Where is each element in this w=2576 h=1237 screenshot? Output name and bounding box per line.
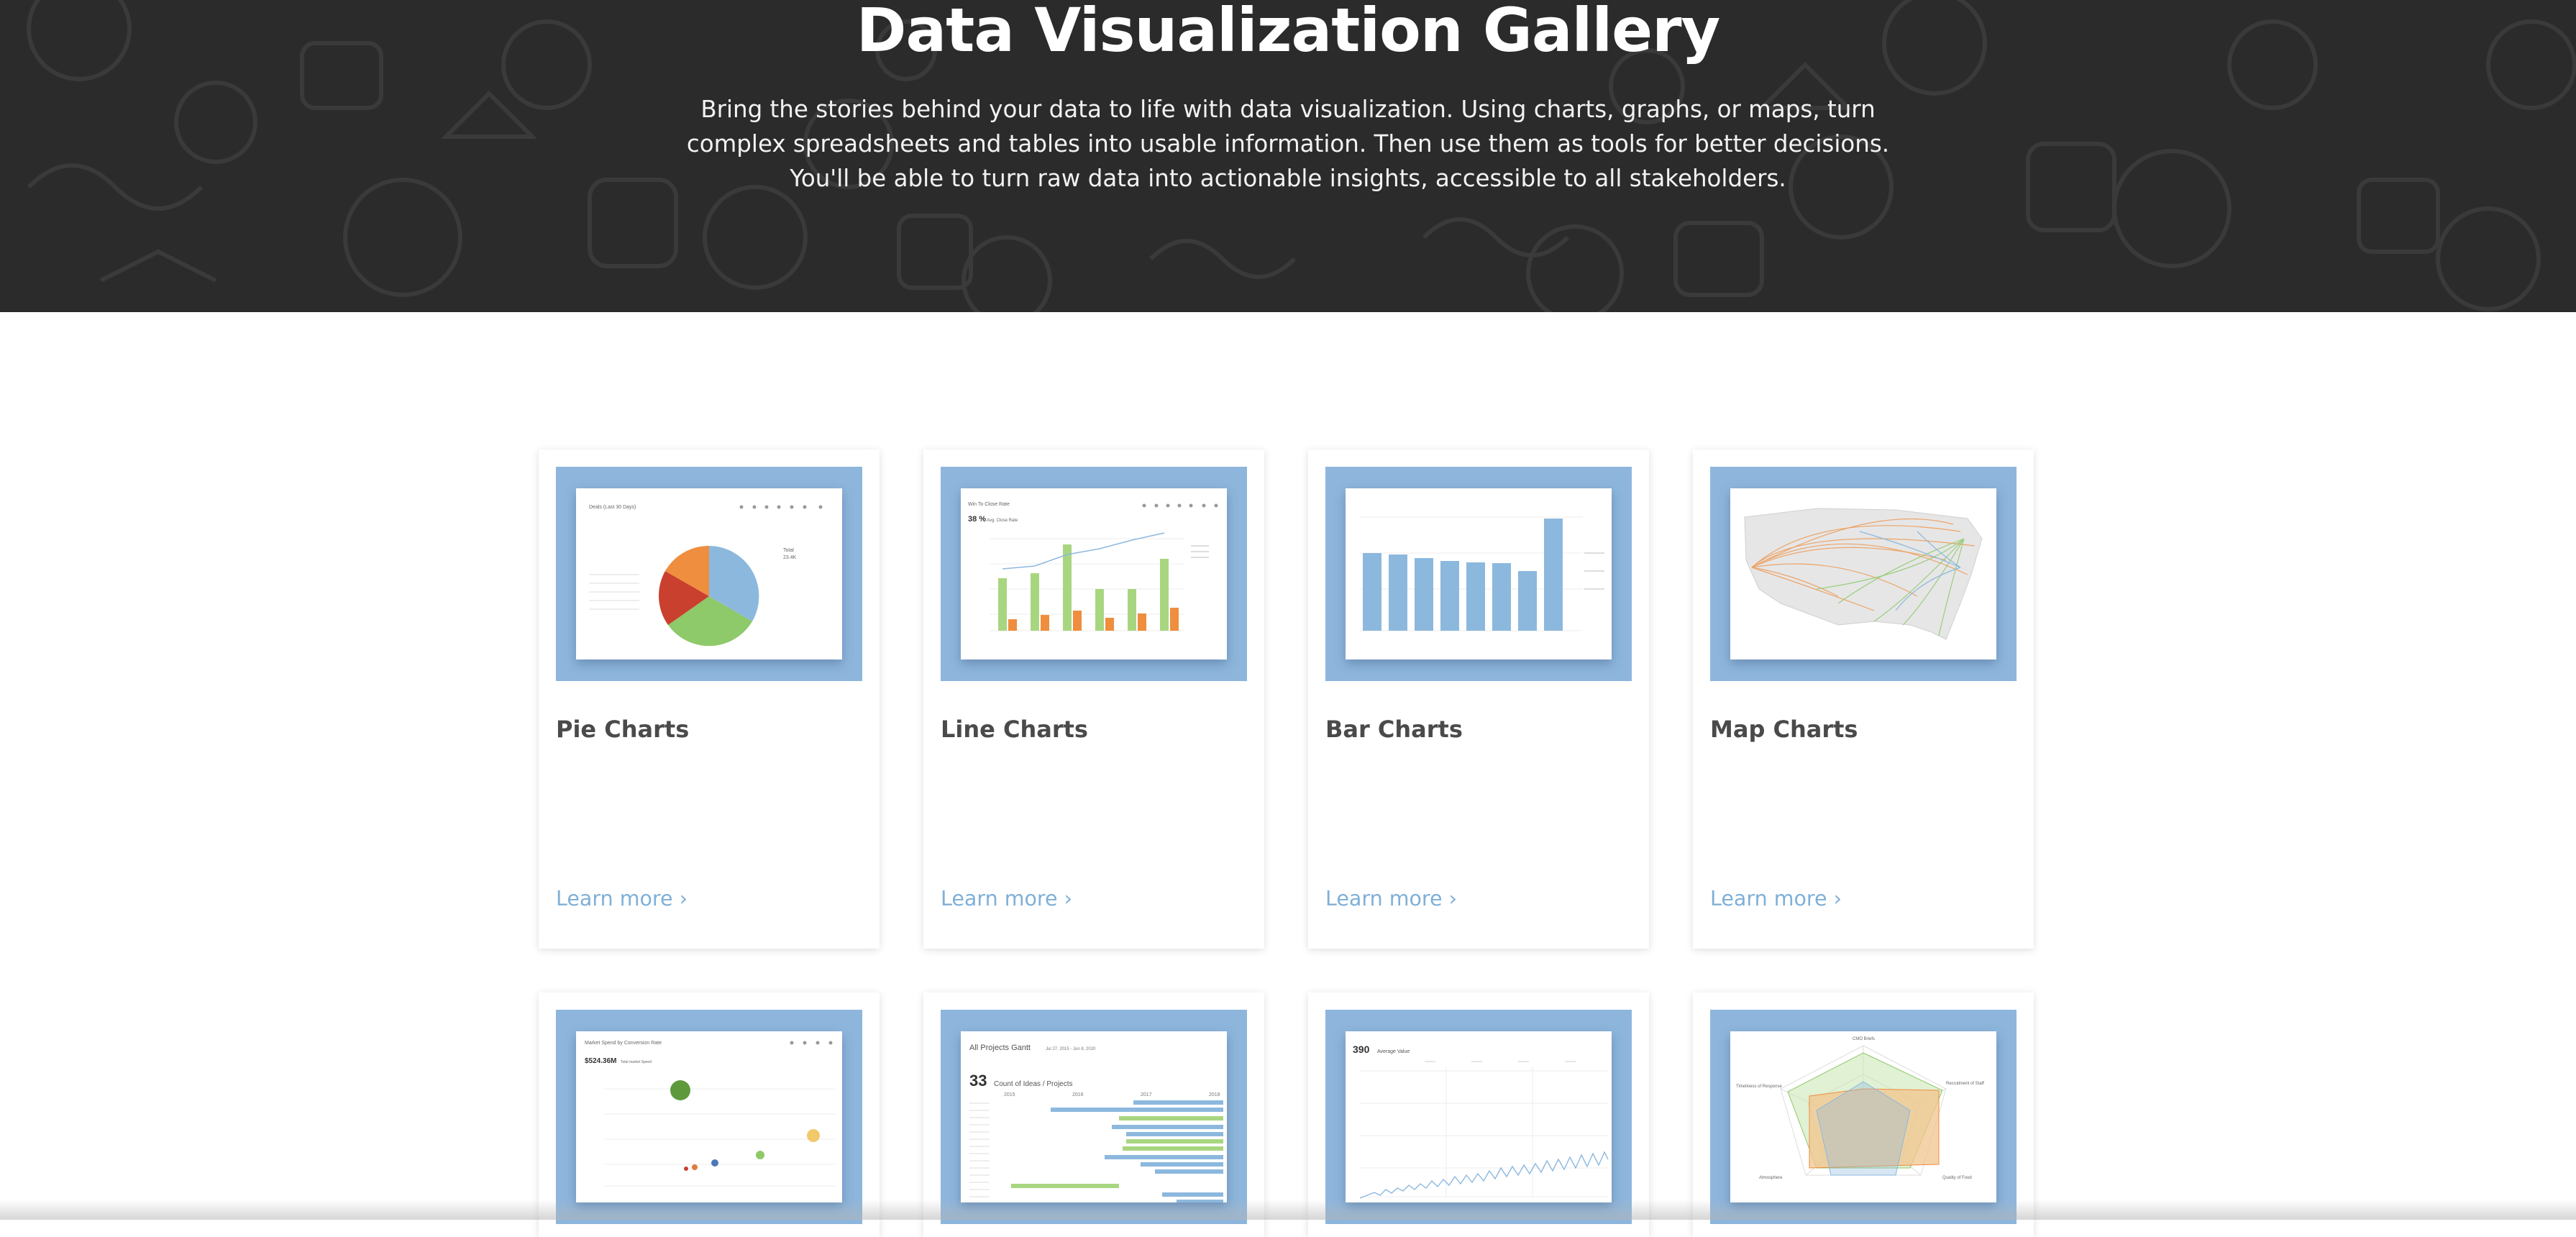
thumb-kpi-label: Average Value xyxy=(1377,1049,1410,1054)
map-chart-preview xyxy=(1744,508,1983,640)
bottom-scroll-shadow xyxy=(0,1200,2576,1220)
timeseries-chart-thumbnail[interactable]: 390 Average Value xyxy=(1325,1010,1632,1224)
line-chart-thumbnail[interactable]: Win To Close Rate 38 % Avg. Close Rate xyxy=(941,467,1247,681)
radar-chart-preview: CMO Briefs Timeliness of Response Recrui… xyxy=(1736,1037,1984,1180)
year-label: 2016 xyxy=(1072,1092,1084,1097)
thumb-kpi: 33 xyxy=(969,1072,987,1090)
map-chart-thumbnail[interactable] xyxy=(1710,467,2017,681)
thumb-kpi: 38 % xyxy=(968,515,986,524)
radar-axis-label: Timeliness of Response xyxy=(1736,1085,1782,1089)
thumb-header: All Projects Gantt xyxy=(969,1044,1031,1052)
bubble-chart-thumbnail[interactable]: Market Spend by Conversion Rate $524.36M… xyxy=(556,1010,862,1224)
bubble-chart-preview: Market Spend by Conversion Rate $524.36M… xyxy=(585,1041,835,1187)
card-title: Map Charts xyxy=(1710,716,1858,743)
year-label: 2017 xyxy=(1141,1092,1152,1097)
thumb-kpi-label: Total market Spend xyxy=(621,1060,652,1064)
bar-chart-thumbnail[interactable] xyxy=(1325,467,1632,681)
radar-axis-label: Quality of Food xyxy=(1942,1176,1972,1180)
thumb-kpi-label: Avg. Close Rate xyxy=(987,519,1018,523)
thumb-header: Market Spend by Conversion Rate xyxy=(585,1041,662,1046)
page-title: Data Visualization Gallery xyxy=(856,0,1721,65)
page-description: Bring the stories behind your data to li… xyxy=(686,96,1890,192)
card-map-charts[interactable]: Map Charts Learn more › xyxy=(1693,449,2034,949)
pie-chart-thumbnail[interactable]: Deals (Last 30 Days) Total 23.4K xyxy=(556,467,862,681)
learn-more-link[interactable]: Learn more › xyxy=(556,887,688,910)
thumb-total-value: 23.4K xyxy=(783,555,797,560)
radar-chart-thumbnail[interactable]: CMO Briefs Timeliness of Response Recrui… xyxy=(1710,1010,2017,1224)
gantt-chart-thumbnail[interactable]: All Projects Gantt Jul 27, 2015 - Jun 8,… xyxy=(941,1010,1247,1224)
thumb-header: Deals (Last 30 Days) xyxy=(589,505,636,510)
line-chart-preview: Win To Close Rate 38 % Avg. Close Rate xyxy=(968,502,1218,631)
learn-more-link[interactable]: Learn more › xyxy=(1325,887,1457,910)
thumb-date-range: Jul 27, 2015 - Jun 8, 2020 xyxy=(1046,1047,1096,1051)
hero-banner: Data Visualization Gallery Bring the sto… xyxy=(0,0,2576,312)
gantt-chart-preview: All Projects Gantt Jul 27, 2015 - Jun 8,… xyxy=(969,1044,1223,1202)
thumb-kpi: 390 xyxy=(1353,1044,1370,1055)
radar-axis-label: CMO Briefs xyxy=(1853,1037,1875,1041)
card-pie-charts[interactable]: Deals (Last 30 Days) Total 23.4K Pie Cha… xyxy=(539,449,880,949)
bar-chart-preview xyxy=(1360,516,1604,631)
year-label: 2015 xyxy=(1004,1092,1015,1097)
thumb-kpi: $524.36M xyxy=(585,1057,616,1065)
timeseries-chart-preview: 390 Average Value xyxy=(1353,1044,1609,1199)
card-line-charts[interactable]: Win To Close Rate 38 % Avg. Close Rate L… xyxy=(923,449,1264,949)
radar-axis-label: Atmosphere xyxy=(1759,1176,1783,1180)
thumb-kpi-label: Count of Ideas / Projects xyxy=(994,1080,1073,1088)
learn-more-link[interactable]: Learn more › xyxy=(1710,887,1842,910)
card-title: Bar Charts xyxy=(1325,716,1463,743)
card-title: Pie Charts xyxy=(556,716,690,743)
card-bar-charts[interactable]: Bar Charts Learn more › xyxy=(1308,449,1649,949)
learn-more-link[interactable]: Learn more › xyxy=(941,887,1072,910)
year-label: 2018 xyxy=(1209,1092,1220,1097)
pie-chart-preview: Deals (Last 30 Days) Total 23.4K xyxy=(589,505,823,647)
thumb-header: Win To Close Rate xyxy=(968,502,1010,507)
radar-axis-label: Recruitment of Staff xyxy=(1946,1082,1984,1086)
thumb-total-label: Total xyxy=(783,548,794,553)
card-title: Line Charts xyxy=(941,716,1088,743)
